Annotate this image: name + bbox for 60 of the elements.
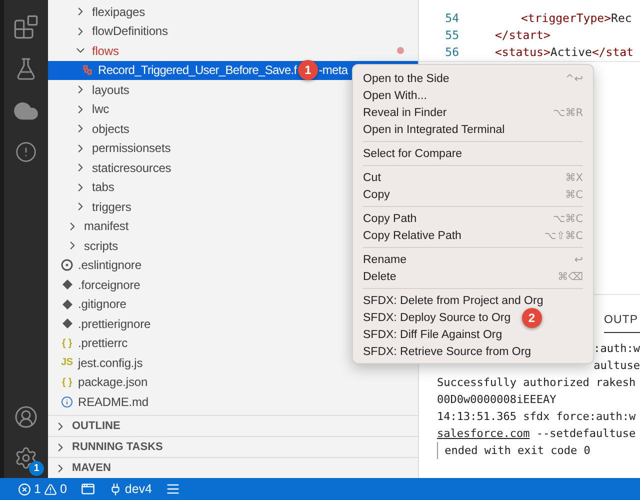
warning-icon [44, 482, 57, 496]
code-line: </start> [495, 28, 550, 42]
section-header[interactable]: OUTLINE [48, 415, 418, 436]
file-item[interactable]: README.md [48, 392, 418, 412]
account-icon[interactable] [14, 405, 38, 429]
diamond-icon [62, 318, 72, 330]
braces-icon: { } [60, 376, 74, 388]
output-line: 00D0w0000008iEEEAY [437, 392, 558, 408]
target-icon [61, 259, 73, 272]
output-line: :auth:w [594, 341, 640, 357]
problems-status[interactable]: 1 0 [18, 482, 67, 496]
menu-item[interactable]: Copy Path ⌥⌘C [353, 210, 593, 227]
org-status[interactable]: dev4 [108, 482, 152, 496]
line-number: 55 [444, 28, 459, 42]
section-header[interactable]: RUNNING TASKS [48, 436, 418, 457]
info-icon [61, 396, 73, 408]
link[interactable]: salesforce.com [437, 427, 530, 440]
menu-item[interactable]: SFDX: Deploy Source to Org 2 [353, 309, 593, 326]
folder-item[interactable]: flexipages [48, 2, 418, 22]
number-badge: 2 [522, 308, 542, 328]
menu-item[interactable]: Select for Compare [353, 145, 593, 162]
alert-icon[interactable] [15, 141, 37, 163]
number-badge: 1 [298, 60, 318, 80]
settings-icon[interactable] [14, 446, 38, 470]
line-number: 54 [444, 10, 459, 24]
output-line: aultuse [594, 358, 640, 374]
window-icon[interactable] [80, 482, 95, 496]
modified-dot [397, 47, 404, 54]
file-item[interactable]: { } package.json [48, 372, 418, 392]
menu-item[interactable]: SFDX: Retrieve Source from Org [353, 343, 593, 360]
menu-item[interactable]: Copy ⌘C [353, 186, 593, 203]
braces-icon: { } [60, 338, 74, 349]
output-line: 14:13:51.365 sfdx force:auth:w [437, 409, 637, 425]
line-number: 56 [444, 44, 459, 58]
output-line: ended with exit code 0 [437, 442, 640, 459]
diamond-icon [62, 279, 72, 290]
menu-item[interactable]: Open With... [353, 87, 593, 104]
plug-icon [108, 482, 122, 496]
notification-badge: 1 [29, 461, 44, 476]
list-icon[interactable] [166, 482, 180, 496]
folder-item[interactable]: flowDefinitions [48, 22, 418, 41]
error-icon [18, 482, 31, 496]
output-line: Successfully authorized rakesh [437, 375, 637, 391]
menu-item[interactable]: Delete ⌘⌫ [353, 268, 593, 285]
js-file-icon: JS [60, 357, 74, 368]
menu-item[interactable]: SFDX: Diff File Against Org [353, 326, 593, 343]
file-icon [82, 65, 92, 76]
menu-item[interactable]: Copy Relative Path ⌥⇧⌘C [353, 227, 593, 244]
code-line: <triggerType>Rec [521, 10, 632, 24]
menu-item[interactable]: Reveal in Finder ⌥⌘R [353, 104, 593, 121]
diamond-icon [62, 298, 72, 310]
menu-item[interactable]: Open in Integrated Terminal [353, 121, 593, 138]
menu-item[interactable]: SFDX: Delete from Project and Org [353, 292, 593, 309]
output-line: salesforce.com --setdefaultuse [437, 426, 637, 442]
menu-item[interactable]: Cut ⌘X [353, 169, 593, 186]
output-tab[interactable]: OUTP [604, 314, 640, 333]
extensions-icon[interactable] [13, 14, 39, 40]
code-line: <status>Active</stat [495, 44, 634, 58]
menu-item[interactable]: Rename ↩ [353, 251, 593, 268]
folder-item[interactable]: flows [48, 41, 418, 60]
